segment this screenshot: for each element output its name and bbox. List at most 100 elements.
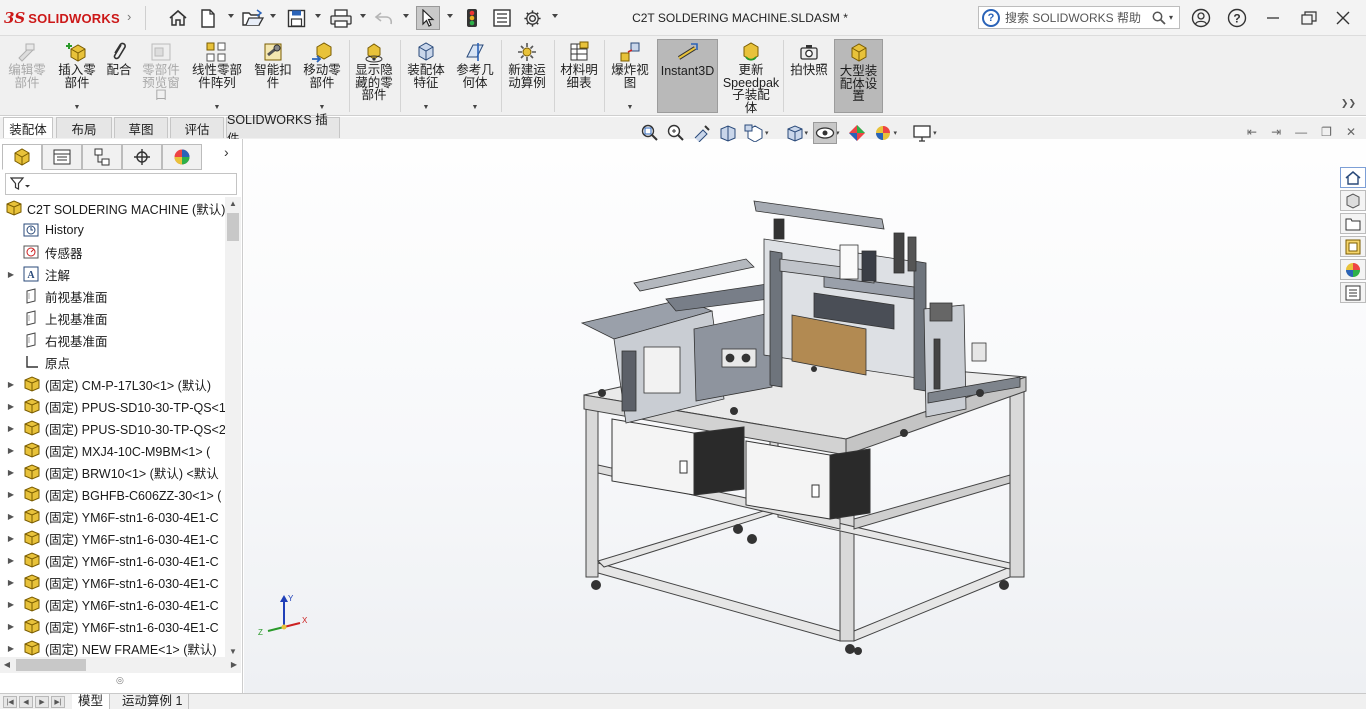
edit-component-button[interactable]: 编辑零 部件 [4,39,50,113]
next-tab-icon[interactable]: ▶ [35,696,49,708]
expand-arrow-icon[interactable]: ▶ [6,380,16,389]
tab-assembly[interactable]: 装配体 [3,117,53,138]
configuration-manager-tab-icon[interactable] [82,144,122,170]
options-dropdown-icon[interactable] [552,14,558,18]
display-manager-tab-icon[interactable] [162,144,202,170]
bill-of-materials-button[interactable]: 材料明 细表 [556,39,602,113]
reference-geometry-button[interactable]: 参考几 何体 ▼ [452,39,498,113]
tree-item[interactable]: ▶ (固定) YM6F-stn1-6-030-4E1-C [0,615,225,637]
expand-arrow-icon[interactable]: ▶ [6,468,16,477]
assembly-model-render[interactable] [574,179,1034,659]
view-palette-icon[interactable] [1340,236,1366,257]
previous-view-icon[interactable] [690,122,714,144]
exploded-view-dropdown-icon[interactable]: ▼ [627,104,634,111]
tree-item[interactable]: ▶ (固定) YM6F-stn1-6-030-4E1-C [0,527,225,549]
update-speedpak-button[interactable]: 更新 Speedpak 子装配 体 [722,39,780,114]
zoom-to-area-icon[interactable] [664,122,688,144]
tree-item[interactable]: 上视基准面 [0,307,225,329]
ribbon-collapse-icon[interactable]: ❯❯ [1341,98,1356,109]
select-dropdown-icon[interactable] [447,14,453,18]
tree-item[interactable]: ▶ (固定) NEW FRAME<1> (默认) [0,637,225,659]
tree-item[interactable]: 传感器 [0,241,225,263]
tree-item[interactable]: 原点 [0,351,225,373]
move-component-button[interactable]: 移动零 部件 ▼ [298,39,346,113]
undo-icon[interactable] [372,6,396,30]
expand-arrow-icon[interactable]: ▶ [6,446,16,455]
panel-tabs-next-icon[interactable]: › [224,144,229,160]
tree-item[interactable]: ▶ (固定) PPUS-SD10-30-TP-QS<2 [0,417,225,439]
tree-item[interactable]: ▶ (固定) YM6F-stn1-6-030-4E1-C [0,571,225,593]
open-dropdown-icon[interactable] [270,14,276,18]
expand-arrow-icon[interactable]: ▶ [6,578,16,587]
solidworks-logo[interactable]: 3S SOLIDWORKS [4,8,120,28]
tree-item[interactable]: ▶ A 注解 [0,263,225,285]
display-settings-monitor-icon[interactable] [910,122,934,144]
tree-filter[interactable] [5,173,237,195]
insert-component-button[interactable]: 插入零 部件 ▼ [52,39,102,113]
viewport-restore-icon[interactable]: ❐ [1321,125,1332,139]
smart-fasteners-button[interactable]: 智能扣 件 [250,39,296,113]
new-motion-study-button[interactable]: 新建运 动算例 [503,39,551,113]
large-assembly-settings-button[interactable]: 大型装 配体设 置 [834,39,883,113]
scroll-right-icon[interactable]: ▶ [227,657,241,673]
tab-motion-study-1[interactable]: 运动算例 1 [116,694,190,709]
expand-arrow-icon[interactable]: ▶ [6,512,16,521]
file-explorer-icon[interactable] [1340,213,1366,234]
save-icon[interactable] [284,6,308,30]
tree-vertical-scrollbar[interactable]: ▲ ▼ [225,197,241,659]
tree-item[interactable]: 前视基准面 [0,285,225,307]
expand-arrow-icon[interactable]: ▶ [6,402,16,411]
feature-manager-tab-icon[interactable] [2,144,42,170]
section-view-icon[interactable] [716,122,740,144]
appearances-scenes-icon[interactable] [1340,259,1366,280]
expand-arrow-icon[interactable]: ▶ [6,424,16,433]
tab-sketch[interactable]: 草图 [114,117,168,138]
component-preview-button[interactable]: 零部件 预览窗 口 [138,39,184,113]
scroll-left-icon[interactable]: ◀ [0,657,14,673]
property-manager-tab-icon[interactable] [42,144,82,170]
search-input[interactable]: 搜索 SOLIDWORKS 帮助 [1005,9,1149,26]
tree-item[interactable]: ▶ (固定) YM6F-stn1-6-030-4E1-C [0,505,225,527]
tab-layout[interactable]: 布局 [56,117,112,138]
file-properties-icon[interactable] [490,6,514,30]
linear-pattern-dropdown-icon[interactable]: ▼ [214,104,221,111]
expand-arrow-icon[interactable]: ▶ [6,490,16,499]
tab-evaluate[interactable]: 评估 [170,117,224,138]
print-dropdown-icon[interactable] [360,14,366,18]
tab-solidworks-addins[interactable]: SOLIDWORKS 插件 [226,113,340,146]
expand-arrow-icon[interactable]: ▶ [6,270,16,279]
hide-show-items-icon[interactable] [813,122,838,144]
select-arrow-icon[interactable] [416,6,440,30]
tree-item[interactable]: ▶ (固定) YM6F-stn1-6-030-4E1-C [0,549,225,571]
expand-arrow-icon[interactable]: ▶ [6,644,16,653]
tree-item[interactable]: 右视基准面 [0,329,225,351]
tree-item[interactable]: History [0,219,225,241]
tree-root[interactable]: C2T SOLDERING MACHINE (默认) [0,197,225,219]
last-tab-icon[interactable]: ▶| [51,696,65,708]
design-library-icon[interactable] [1340,190,1366,211]
dynamic-annotation-view-icon[interactable] [742,122,766,144]
viewport-close-icon[interactable]: ✕ [1346,125,1356,139]
new-document-icon[interactable] [196,6,220,30]
tree-horizontal-scrollbar[interactable]: ◀ ▶ [0,657,241,673]
search-icon[interactable] [1149,11,1169,25]
search-box[interactable]: ? 搜索 SOLIDWORKS 帮助 ▾ [978,6,1180,29]
expand-arrow-icon[interactable]: ▶ [6,534,16,543]
prev-tab-icon[interactable]: ◀ [19,696,33,708]
search-dropdown-icon[interactable]: ▾ [1169,13,1179,22]
panel-splitter-grip-icon[interactable]: ◎ [116,675,124,686]
linear-pattern-button[interactable]: 线性零部 件阵列 ▼ [186,39,248,113]
tree-item[interactable]: ▶ (固定) BRW10<1> (默认) <默认 [0,461,225,483]
new-dropdown-icon[interactable] [228,14,234,18]
expand-arrow-icon[interactable]: ▶ [6,556,16,565]
user-icon[interactable] [1190,8,1212,28]
close-icon[interactable] [1332,8,1354,28]
show-hidden-components-button[interactable]: 显示隐 藏的零 部件 [351,39,397,113]
scroll-up-icon[interactable]: ▲ [225,197,241,211]
tree-item[interactable]: ▶ (固定) CM-P-17L30<1> (默认) [0,373,225,395]
reference-geometry-dropdown-icon[interactable]: ▼ [472,104,479,111]
edit-appearance-icon[interactable] [845,122,869,144]
graphics-area[interactable]: ▾ ▾ ▾ ▾ ▾ ⇤ ⇥ — ❐ ✕ Y X Z [244,122,1366,693]
help-icon[interactable]: ? [1226,8,1248,28]
undo-dropdown-icon[interactable] [403,14,409,18]
